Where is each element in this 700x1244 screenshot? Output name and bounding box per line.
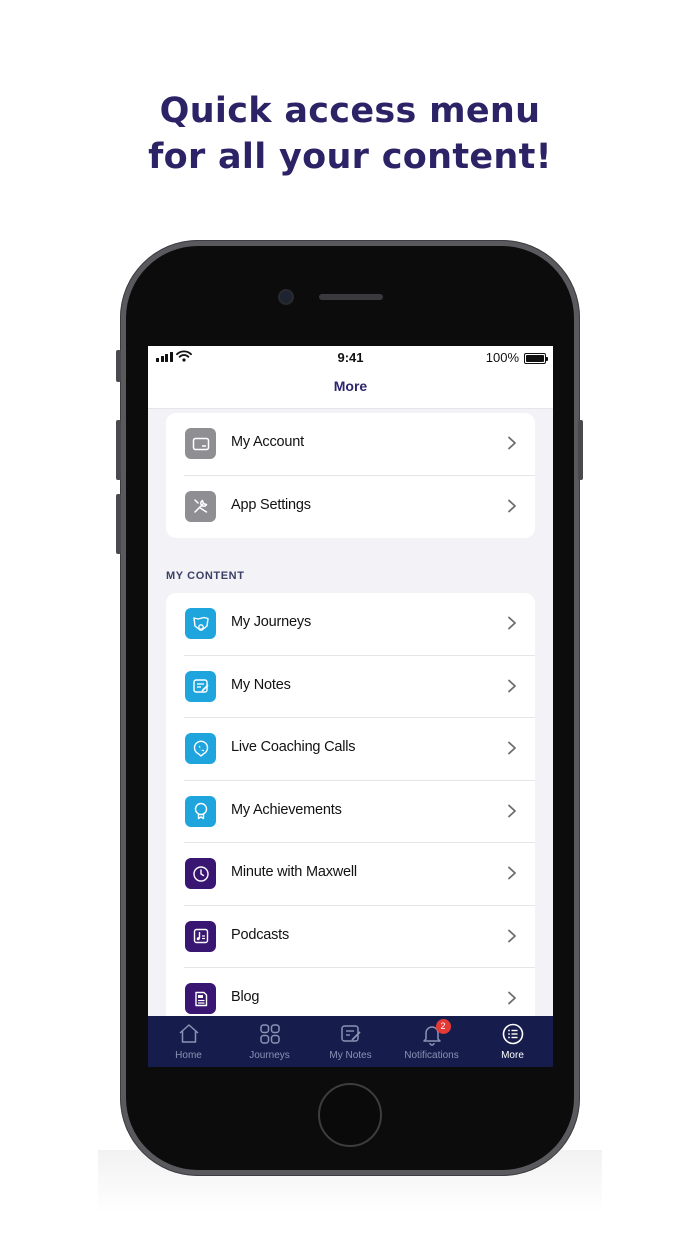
- menu-item-app-settings[interactable]: App Settings: [166, 476, 535, 539]
- battery-percent: 100%: [485, 350, 519, 365]
- chevron-right-icon: [508, 499, 516, 512]
- mute-switch: [116, 350, 121, 382]
- podcast-icon: [185, 920, 216, 952]
- page-title: More: [333, 378, 368, 394]
- clock-icon: [185, 858, 216, 889]
- headline-line-1: Quick access menu: [159, 91, 541, 131]
- tab-more[interactable]: More: [472, 1016, 553, 1067]
- menu-item-label: App Settings: [231, 496, 311, 513]
- status-bar: 9:41 100%: [148, 346, 553, 368]
- menu-item-label: Podcasts: [231, 926, 290, 943]
- menu-item-my-journeys[interactable]: My Journeys: [166, 593, 535, 656]
- menu-item-label: Blog: [231, 989, 260, 1005]
- menu-item-label: My Notes: [231, 676, 291, 693]
- menu-item-label: Minute with Maxwell: [231, 864, 357, 880]
- account-card: My Account App Settings: [166, 413, 535, 538]
- menu-item-label: My Achievements: [231, 801, 342, 818]
- award-icon: [185, 795, 216, 827]
- tab-label: Journeys: [249, 1050, 290, 1061]
- chevron-right-icon: [508, 866, 516, 880]
- tab-label: Home: [175, 1050, 202, 1061]
- home-icon: [179, 1024, 198, 1043]
- chevron-right-icon: [508, 436, 516, 450]
- tab-label: More: [501, 1050, 524, 1061]
- tab-home[interactable]: Home: [148, 1016, 229, 1067]
- battery-icon: [524, 353, 548, 364]
- tab-journeys[interactable]: Journeys: [229, 1016, 310, 1067]
- tab-notifications[interactable]: 2 Notifications: [391, 1016, 472, 1067]
- tab-bar: Home Journeys My Notes 2 Notifications M…: [148, 1016, 553, 1067]
- menu-item-label: Live Coaching Calls: [231, 739, 356, 755]
- tab-label: My Notes: [329, 1050, 372, 1061]
- section-header-my-content: MY CONTENT: [166, 570, 245, 582]
- chevron-right-icon: [508, 991, 516, 1005]
- content-card: My Journeys My Notes Live Coaching Calls: [166, 593, 535, 1033]
- menu-item-podcasts[interactable]: Podcasts: [166, 906, 535, 968]
- map-icon: [185, 608, 216, 639]
- list-icon: [502, 1023, 523, 1045]
- chevron-right-icon: [508, 741, 516, 755]
- menu-item-my-account[interactable]: My Account: [166, 413, 535, 476]
- phone-icon: [185, 733, 216, 764]
- headline-line-2: for all your content!: [148, 137, 552, 177]
- chevron-right-icon: [508, 679, 516, 692]
- blog-icon: [185, 983, 216, 1014]
- menu-item-my-notes[interactable]: My Notes: [166, 656, 535, 718]
- menu-item-minute-with-maxwell[interactable]: Minute with Maxwell: [166, 843, 535, 906]
- headline: Quick access menu for all your content!: [0, 88, 700, 180]
- menu-item-label: My Account: [231, 434, 304, 450]
- power-button: [578, 420, 583, 480]
- volume-down-button: [116, 494, 121, 554]
- phone-screen: 9:41 100% More My Account App Settings M…: [148, 346, 553, 1067]
- nav-bar: More: [148, 368, 553, 409]
- tools-icon: [185, 490, 216, 522]
- menu-item-my-achievements[interactable]: My Achievements: [166, 781, 535, 843]
- front-camera: [280, 291, 292, 303]
- chevron-right-icon: [508, 616, 516, 630]
- grid-icon: [259, 1024, 280, 1044]
- tab-label: Notifications: [404, 1050, 459, 1061]
- earpiece-speaker: [319, 294, 383, 300]
- menu-item-label: My Journeys: [231, 614, 311, 630]
- notes-icon: [185, 670, 216, 702]
- notification-badge: 2: [435, 1019, 451, 1034]
- notes-icon: [340, 1025, 361, 1042]
- card-icon: [185, 428, 216, 459]
- tab-my-notes[interactable]: My Notes: [310, 1016, 391, 1067]
- menu-item-live-coaching-calls[interactable]: Live Coaching Calls: [166, 718, 535, 781]
- chevron-right-icon: [508, 929, 516, 942]
- chevron-right-icon: [508, 804, 516, 817]
- volume-up-button: [116, 420, 121, 480]
- home-button[interactable]: [318, 1083, 382, 1147]
